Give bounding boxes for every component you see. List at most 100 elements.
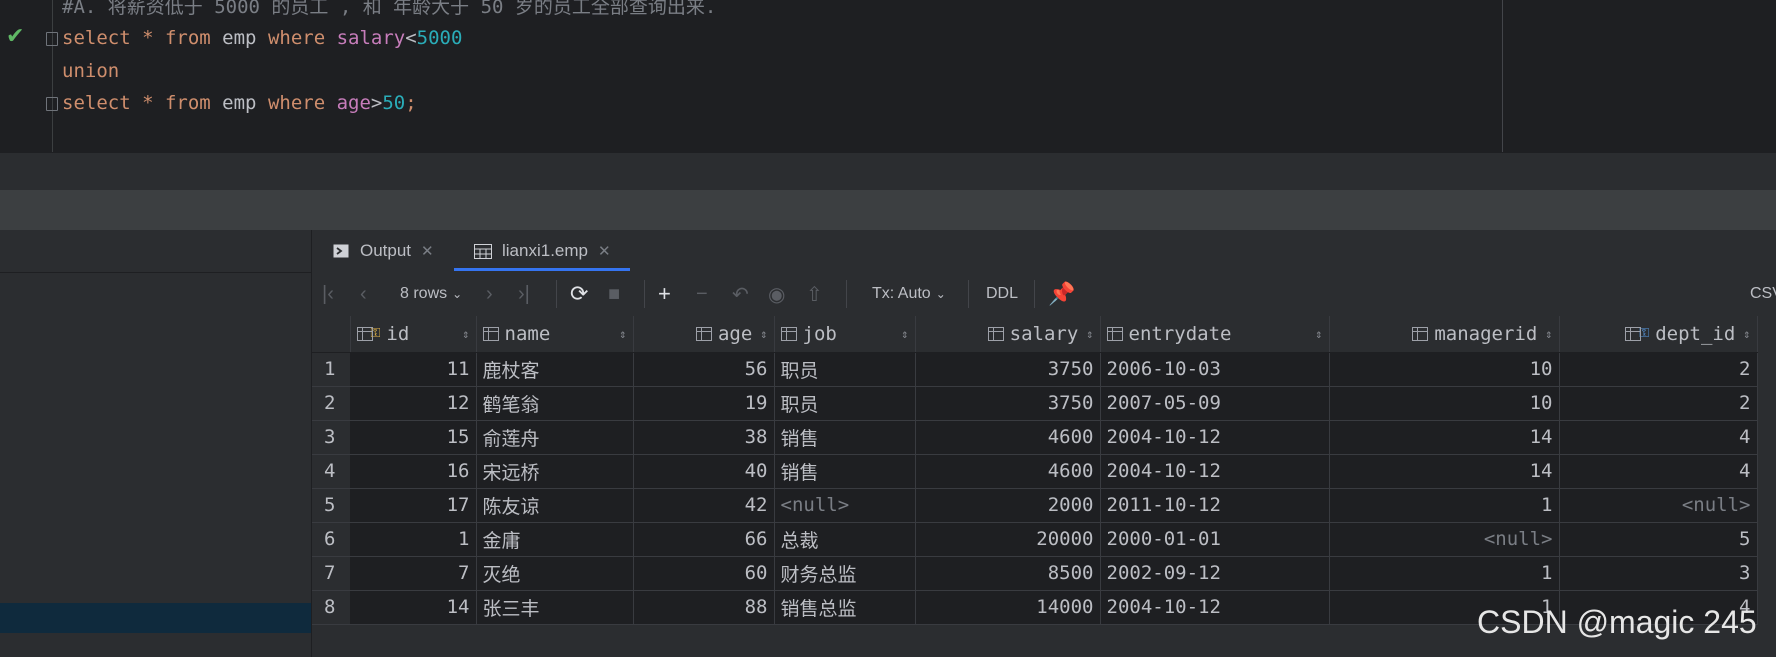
column-header-job[interactable]: job ⇕ <box>774 316 916 353</box>
cell-id[interactable]: 11 <box>350 352 477 387</box>
transaction-mode-dropdown[interactable]: Tx: Auto ⌄ <box>872 272 946 316</box>
row-number[interactable]: 7 <box>312 556 351 591</box>
next-page-icon[interactable]: › <box>486 272 493 316</box>
cell-job[interactable]: 职员 <box>774 386 916 421</box>
row-number[interactable]: 4 <box>312 454 351 489</box>
cell-dept-id[interactable]: 4 <box>1559 420 1758 455</box>
sort-icon[interactable]: ⇕ <box>760 327 767 341</box>
cell-id[interactable]: 12 <box>350 386 477 421</box>
table-row[interactable]: 6 1 金庸 66 总裁 20000 2000-01-01 <null> 5 <box>312 522 1758 557</box>
cell-salary[interactable]: 3750 <box>915 352 1101 387</box>
table-row[interactable]: 7 7 灭绝 60 财务总监 8500 2002-09-12 1 3 <box>312 556 1758 591</box>
table-row[interactable]: 1 11 鹿杖客 56 职员 3750 2006-10-03 10 2 <box>312 352 1758 387</box>
row-number[interactable]: 5 <box>312 488 351 523</box>
submit-icon[interactable]: ⇧ <box>806 272 823 316</box>
tab-lianxi1-emp[interactable]: lianxi1.emp ✕ <box>474 230 611 272</box>
cell-age[interactable]: 42 <box>633 488 775 523</box>
sort-icon[interactable]: ⇕ <box>462 327 469 341</box>
code-line-1[interactable]: select * from emp where salary<5000 <box>62 22 462 54</box>
sort-icon[interactable]: ⇕ <box>1315 327 1322 341</box>
cell-job[interactable]: 财务总监 <box>774 556 916 591</box>
column-header-id[interactable]: ⚿ id ⇕ <box>350 316 477 353</box>
cell-age[interactable]: 88 <box>633 590 775 625</box>
cell-id[interactable]: 15 <box>350 420 477 455</box>
sort-icon[interactable]: ⇕ <box>1743 327 1750 341</box>
row-number[interactable]: 1 <box>312 352 351 387</box>
previous-page-icon[interactable]: ‹ <box>360 272 367 316</box>
services-tree-panel[interactable] <box>0 230 312 657</box>
cell-entrydate[interactable]: 2004-10-12 <box>1100 454 1330 489</box>
column-header-name[interactable]: name ⇕ <box>476 316 634 353</box>
sql-editor[interactable]: #A. 将薪资低于 5000 的员工 , 和 年龄大于 50 岁的员工全部查询出… <box>0 0 1776 152</box>
cell-managerid[interactable]: 14 <box>1329 420 1560 455</box>
cell-job[interactable]: 销售 <box>774 454 916 489</box>
cell-dept-id[interactable]: 3 <box>1559 556 1758 591</box>
cell-salary[interactable]: 8500 <box>915 556 1101 591</box>
cell-job[interactable]: 销售总监 <box>774 590 916 625</box>
table-row[interactable]: 2 12 鹤笔翁 19 职员 3750 2007-05-09 10 2 <box>312 386 1758 421</box>
cell-age[interactable]: 56 <box>633 352 775 387</box>
refresh-icon[interactable]: ⟳ <box>570 272 588 316</box>
column-header-dept-id[interactable]: ⚿ dept_id ⇕ <box>1559 316 1758 353</box>
cell-id[interactable]: 1 <box>350 522 477 557</box>
sort-icon[interactable]: ⇕ <box>619 327 626 341</box>
cell-age[interactable]: 66 <box>633 522 775 557</box>
close-icon[interactable]: ✕ <box>421 242 434 260</box>
ddl-button[interactable]: DDL <box>986 272 1018 316</box>
cell-job[interactable]: 总裁 <box>774 522 916 557</box>
cell-age[interactable]: 60 <box>633 556 775 591</box>
sort-icon[interactable]: ⇕ <box>1545 327 1552 341</box>
rows-count-dropdown[interactable]: 8 rows ⌄ <box>400 272 462 316</box>
cell-dept-id[interactable]: 2 <box>1559 352 1758 387</box>
sort-icon[interactable]: ⇕ <box>1086 327 1093 341</box>
cell-name[interactable]: 鹤笔翁 <box>476 386 634 421</box>
cell-entrydate[interactable]: 2011-10-12 <box>1100 488 1330 523</box>
row-number[interactable]: 8 <box>312 590 351 625</box>
cell-id[interactable]: 16 <box>350 454 477 489</box>
column-header-entrydate[interactable]: entrydate ⇕ <box>1100 316 1330 353</box>
view-row-icon[interactable]: ◉ <box>768 272 785 316</box>
cell-name[interactable]: 张三丰 <box>476 590 634 625</box>
cell-entrydate[interactable]: 2000-01-01 <box>1100 522 1330 557</box>
cell-entrydate[interactable]: 2006-10-03 <box>1100 352 1330 387</box>
fold-end-icon[interactable] <box>46 97 58 111</box>
cell-dept-id[interactable]: 4 <box>1559 454 1758 489</box>
cell-entrydate[interactable]: 2002-09-12 <box>1100 556 1330 591</box>
sort-icon[interactable]: ⇕ <box>901 327 908 341</box>
cell-name[interactable]: 陈友谅 <box>476 488 634 523</box>
cell-salary[interactable]: 4600 <box>915 454 1101 489</box>
selected-tree-row[interactable] <box>0 603 311 633</box>
row-number[interactable]: 6 <box>312 522 351 557</box>
table-row[interactable]: 4 16 宋远桥 40 销售 4600 2004-10-12 14 4 <box>312 454 1758 489</box>
column-header-managerid[interactable]: managerid ⇕ <box>1329 316 1560 353</box>
code-line-2[interactable]: union <box>62 55 119 87</box>
add-row-icon[interactable]: + <box>658 272 671 316</box>
table-row[interactable]: 5 17 陈友谅 42 <null> 2000 2011-10-12 1 <null> <box>312 488 1758 523</box>
cell-name[interactable]: 鹿杖客 <box>476 352 634 387</box>
fold-start-icon[interactable] <box>46 32 58 46</box>
pin-icon[interactable]: 📌 <box>1048 272 1075 316</box>
code-line-3[interactable]: select * from emp where age>50; <box>62 87 417 119</box>
cell-entrydate[interactable]: 2004-10-12 <box>1100 420 1330 455</box>
cell-id[interactable]: 7 <box>350 556 477 591</box>
stop-icon[interactable]: ■ <box>608 272 620 316</box>
cell-salary[interactable]: 2000 <box>915 488 1101 523</box>
cell-managerid[interactable]: 1 <box>1329 488 1560 523</box>
revert-icon[interactable]: ↶ <box>732 272 749 316</box>
cell-entrydate[interactable]: 2007-05-09 <box>1100 386 1330 421</box>
delete-row-icon[interactable]: − <box>696 272 708 316</box>
cell-salary[interactable]: 3750 <box>915 386 1101 421</box>
cell-id[interactable]: 17 <box>350 488 477 523</box>
first-page-icon[interactable]: |‹ <box>322 272 334 316</box>
cell-dept-id[interactable]: 5 <box>1559 522 1758 557</box>
cell-entrydate[interactable]: 2004-10-12 <box>1100 590 1330 625</box>
cell-job[interactable]: 销售 <box>774 420 916 455</box>
column-header-salary[interactable]: salary ⇕ <box>915 316 1101 353</box>
row-number[interactable]: 2 <box>312 386 351 421</box>
cell-job[interactable]: <null> <box>774 488 916 523</box>
cell-name[interactable]: 宋远桥 <box>476 454 634 489</box>
last-page-icon[interactable]: ›| <box>518 272 530 316</box>
cell-age[interactable]: 40 <box>633 454 775 489</box>
cell-name[interactable]: 灭绝 <box>476 556 634 591</box>
cell-managerid[interactable]: 10 <box>1329 386 1560 421</box>
